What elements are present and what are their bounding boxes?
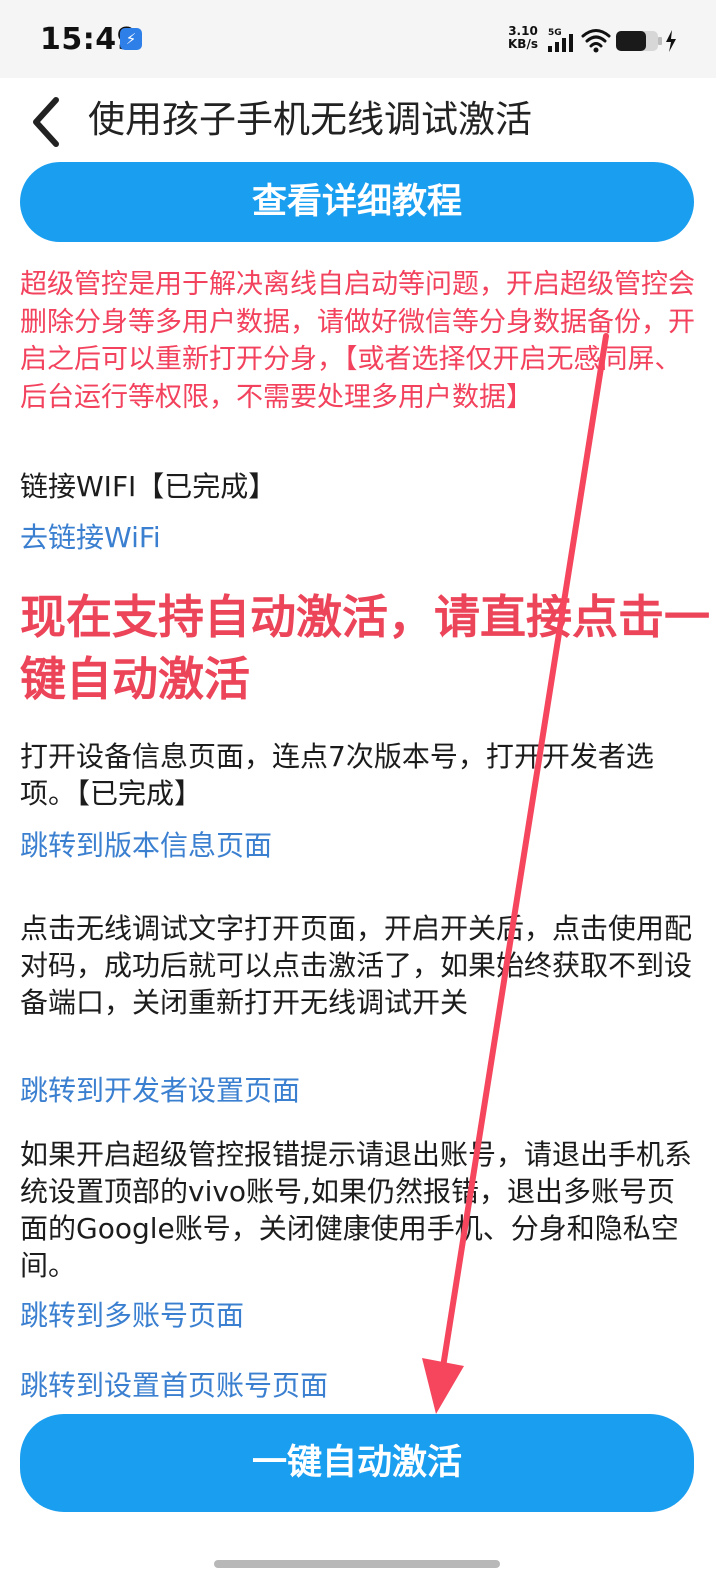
settings-account-link[interactable]: 跳转到设置首页账号页面 (20, 1367, 328, 1404)
usb-debug-icon: ⚡ (120, 28, 142, 50)
network-type-label: 5G (548, 28, 562, 38)
home-indicator[interactable] (214, 1560, 500, 1568)
auto-activate-notice: 现在支持自动激活，请直接点击一键自动激活 (20, 590, 710, 706)
developer-options-status: 打开设备信息页面，连点7次版本号，打开开发者选项。【已完成】 (20, 740, 654, 810)
page-title: 使用孩子手机无线调试激活 (88, 98, 532, 141)
connect-wifi-link[interactable]: 去链接WiFi (20, 519, 161, 556)
wireless-debug-instruction: 点击无线调试文字打开页面，开启开关后，点击使用配对码，成功后就可以点击激活了，如… (20, 912, 693, 1019)
chevron-left-icon[interactable] (26, 94, 66, 150)
wifi-status-text: 链接WIFI【已完成】 (20, 470, 277, 503)
wifi-icon (581, 29, 611, 53)
super-control-warning: 超级管控是用于解决离线自启动等问题，开启超级管控会删除分身等多用户数据，请做好微… (20, 269, 695, 413)
one-click-activate-button[interactable]: 一键自动激活 (20, 1414, 694, 1512)
developer-settings-link[interactable]: 跳转到开发者设置页面 (20, 1072, 300, 1109)
view-tutorial-button[interactable]: 查看详细教程 (20, 162, 694, 242)
super-control-error-tip: 如果开启超级管控报错提示请退出账号，请退出手机系统设置顶部的vivo账号,如果仍… (20, 1138, 693, 1282)
activation-page: 使用孩子手机无线调试激活 查看详细教程 超级管控是用于解决离线自启动等问题，开启… (0, 78, 716, 1574)
battery-charging-icon (616, 30, 676, 52)
version-info-link[interactable]: 跳转到版本信息页面 (20, 827, 272, 864)
multi-account-link[interactable]: 跳转到多账号页面 (20, 1297, 244, 1334)
status-bar: 15:49 ⚡ 3.10 KB/s 5G (0, 0, 716, 78)
network-speed: 3.10 KB/s (506, 25, 540, 51)
network-speed-unit: KB/s (508, 37, 538, 51)
cellular-signal-icon: 5G (548, 28, 573, 52)
